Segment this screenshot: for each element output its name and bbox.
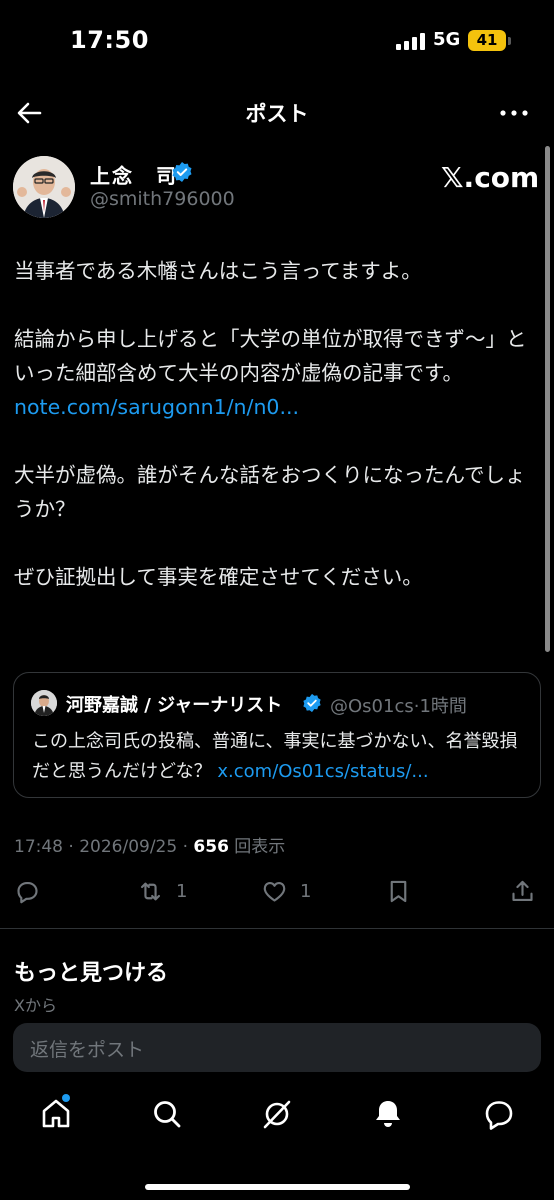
post-line: 大半が虚偽。誰がそんな話をおつくりになったんでしょうか？ (14, 463, 526, 521)
post-line: ぜひ証拠出して事実を確定させてください。 (14, 565, 423, 589)
bookmark-button[interactable] (385, 874, 412, 908)
view-count[interactable]: 656 (193, 837, 229, 857)
like-count: 1 (300, 880, 312, 902)
quote-link[interactable]: x.com/Os01cs/status/... (217, 761, 428, 782)
post-timestamp: 17:48 · 2026/09/25 · (14, 837, 194, 857)
post-meta: 17:48 · 2026/09/25 · 656 回表示 (14, 832, 285, 857)
author-name[interactable]: 上念 司 (90, 160, 178, 189)
view-label: 回表示 (228, 837, 286, 857)
bookmark-icon (390, 880, 407, 902)
battery-tip (508, 37, 511, 45)
retweet-icon (140, 882, 161, 900)
reply-input[interactable]: 返信をポスト (13, 1023, 541, 1072)
quote-time: ·1時間 (413, 696, 467, 717)
reply-placeholder: 返信をポスト (30, 1039, 145, 1061)
divider (0, 928, 554, 929)
discover-title: もっと見つける (14, 961, 169, 986)
notifications-icon[interactable] (370, 1096, 406, 1132)
x-watermark: 𝕏.com (441, 161, 540, 194)
home-icon[interactable] (38, 1096, 74, 1132)
messages-icon[interactable] (481, 1096, 517, 1132)
like-icon (263, 881, 286, 902)
author-handle[interactable]: @smith796000 (90, 188, 235, 210)
action-bar: 1 1 (0, 874, 554, 910)
page-title: ポスト (245, 102, 309, 126)
more-icon[interactable] (498, 100, 530, 126)
network-type: 5G (433, 29, 461, 50)
post-text: 当事者である木幡さんはこう言ってますよ。 結論から申し上げると「大学の単位が取得… (14, 254, 538, 594)
verified-icon (302, 693, 322, 713)
bottom-nav (0, 1090, 554, 1150)
search-icon[interactable] (149, 1096, 185, 1132)
battery-icon: 41 (468, 30, 506, 51)
quote-author-name: 河野嘉誠 / ジャーナリスト (66, 695, 283, 716)
signal-icon (396, 33, 425, 50)
status-time: 17:50 (70, 26, 149, 54)
like-button[interactable]: 1 (261, 874, 311, 908)
header: ポスト (0, 94, 554, 134)
quote-avatar (31, 690, 57, 716)
grok-icon[interactable] (259, 1096, 295, 1132)
share-icon (512, 880, 533, 901)
post-line: 当事者である木幡さんはこう言ってますよ。 (14, 259, 422, 283)
verified-icon (171, 161, 193, 183)
quoted-post[interactable]: 河野嘉誠 / ジャーナリスト @Os01cs·1時間 この上念司氏の投稿、普通に… (13, 672, 541, 798)
reply-button[interactable] (14, 874, 41, 908)
retweet-button[interactable]: 1 (137, 874, 187, 908)
quote-handle-text: @Os01cs (330, 696, 414, 717)
share-button[interactable] (509, 874, 536, 908)
home-notification-dot (62, 1094, 70, 1102)
retweet-count: 1 (176, 880, 188, 902)
post-link[interactable]: note.com/sarugonn1/n/n0... (14, 390, 538, 424)
post-line: 結論から申し上げると「大学の単位が取得できず〜」といった細部含めて大半の内容が虚… (14, 327, 527, 385)
quote-handle: @Os01cs·1時間 (330, 692, 467, 718)
status-bar: 17:50 5G 41 (0, 0, 554, 84)
quote-text: この上念司氏の投稿、普通に、事実に基づかない、名誉毀損だと思うんだけどな？ x.… (32, 727, 532, 787)
home-indicator (145, 1184, 410, 1190)
scrollbar[interactable] (545, 146, 550, 652)
reply-icon (17, 881, 38, 903)
avatar[interactable] (13, 156, 75, 218)
discover-subtitle: Xから (14, 996, 57, 1015)
